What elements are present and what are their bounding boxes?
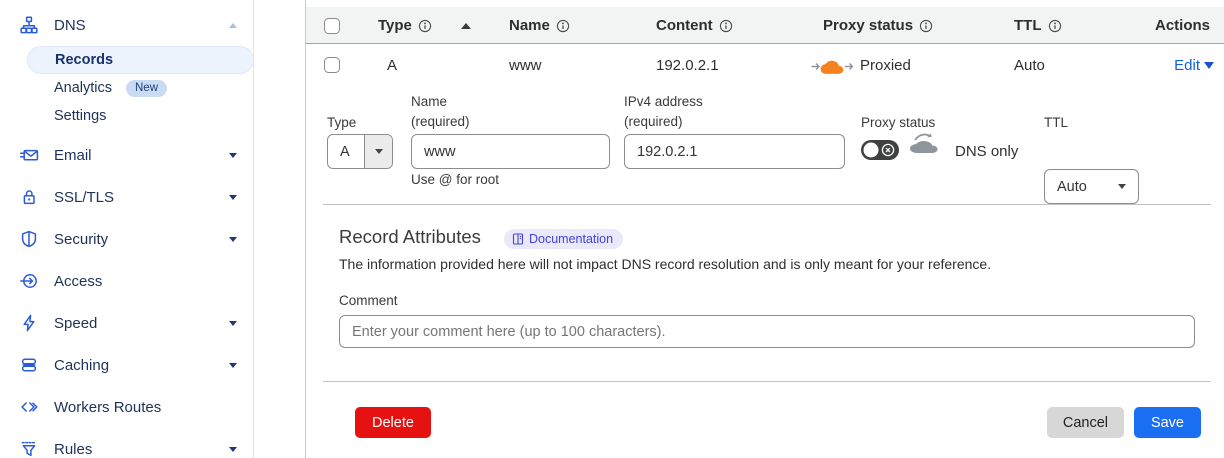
dns-only-cloud-icon (907, 132, 941, 161)
proxy-toggle[interactable] (861, 140, 899, 165)
funnel-icon (18, 440, 40, 458)
documentation-link[interactable]: Documentation (504, 229, 623, 249)
column-header-actions: Actions (1155, 7, 1210, 44)
info-icon[interactable] (556, 19, 570, 33)
proxy-status-label: Proxy status (861, 113, 935, 133)
sidebar-item-records[interactable]: Records (27, 46, 254, 74)
proxied-cloud-icon (811, 57, 853, 74)
sidebar-item-label: DNS (54, 17, 86, 34)
select-all-checkbox-cell (324, 7, 340, 44)
ipv4-field-wrap (624, 134, 845, 169)
chevron-down-icon[interactable] (229, 153, 237, 158)
chevron-down-icon (1204, 62, 1214, 69)
chevron-down-icon (1118, 184, 1126, 189)
info-icon[interactable] (1048, 19, 1062, 33)
chevron-down-icon[interactable] (229, 237, 237, 242)
table-row: A www 192.0.2.1 Proxied Auto Edit (306, 44, 1224, 86)
shield-icon (18, 230, 40, 248)
arrow-into-circle-icon (18, 272, 40, 290)
sidebar-item-speed[interactable]: Speed (0, 311, 253, 335)
divider (323, 204, 1211, 205)
sidebar-item-label: Workers Routes (54, 399, 161, 416)
sidebar-item-ssl-tls[interactable]: SSL/TLS (0, 185, 253, 209)
dns-records-page: DNS Records Analytics New Settings Email (0, 0, 1224, 458)
document-icon (512, 233, 524, 245)
sidebar-item-dns[interactable]: DNS (0, 13, 253, 37)
row-checkbox-cell (324, 44, 340, 86)
envelope-icon (18, 146, 40, 164)
dns-records-panel: Type Name Content (305, 0, 1224, 458)
column-header-ttl[interactable]: TTL (1014, 7, 1062, 44)
edit-button[interactable]: Edit (1174, 44, 1214, 86)
sidebar-item-label: Settings (54, 108, 106, 124)
delete-button[interactable]: Delete (355, 407, 431, 438)
row-ttl: Auto (1014, 44, 1045, 86)
chevron-down-icon[interactable] (229, 321, 237, 326)
sitemap-icon (18, 16, 40, 34)
sidebar-item-workers-routes[interactable]: Workers Routes (0, 395, 253, 419)
record-attributes-title: Record Attributes (339, 226, 481, 248)
chevron-down-icon[interactable] (229, 447, 237, 452)
cancel-button[interactable]: Cancel (1047, 407, 1124, 438)
row-type: A (387, 44, 397, 86)
row-content: 192.0.2.1 (656, 44, 719, 86)
sidebar-item-label: Caching (54, 357, 109, 374)
chevron-down-icon (364, 135, 392, 168)
chevron-down-icon[interactable] (229, 363, 237, 368)
padlock-icon (18, 188, 40, 206)
type-select[interactable]: A (327, 134, 393, 169)
sort-ascending-icon[interactable] (461, 7, 471, 44)
info-icon[interactable] (719, 19, 733, 33)
save-button[interactable]: Save (1134, 407, 1201, 438)
sidebar-item-label: Records (55, 52, 113, 68)
sidebar-item-label: Security (54, 231, 108, 248)
sidebar-item-label: Access (54, 273, 102, 290)
comment-field-wrap (339, 315, 1195, 348)
info-icon[interactable] (919, 19, 933, 33)
sidebar-item-security[interactable]: Security (0, 227, 253, 251)
proxy-state-text: DNS only (955, 134, 1018, 169)
ipv4-label: IPv4 address (required) (624, 92, 703, 132)
sidebar: DNS Records Analytics New Settings Email (0, 0, 254, 458)
column-header-name[interactable]: Name (509, 7, 570, 44)
row-checkbox[interactable] (324, 57, 340, 73)
name-label: Name (required) (411, 92, 470, 132)
type-label: Type (327, 113, 356, 133)
sidebar-item-rules[interactable]: Rules (0, 437, 253, 458)
sidebar-item-access[interactable]: Access (0, 269, 253, 293)
chevron-down-icon[interactable] (229, 195, 237, 200)
name-input[interactable] (411, 134, 610, 169)
row-proxy-status: Proxied (811, 44, 911, 86)
lightning-bolt-icon (18, 314, 40, 332)
sidebar-item-label: Rules (54, 441, 92, 458)
stacked-cache-icon (18, 356, 40, 374)
sidebar-item-label: Speed (54, 315, 97, 332)
info-icon[interactable] (418, 19, 432, 33)
sidebar-item-analytics[interactable]: Analytics New (0, 76, 253, 100)
chevron-up-icon[interactable] (229, 23, 237, 28)
ipv4-input[interactable] (624, 134, 845, 169)
divider (323, 381, 1211, 382)
column-header-type[interactable]: Type (378, 7, 432, 44)
code-chevrons-icon (18, 398, 40, 416)
select-all-checkbox[interactable] (324, 18, 340, 34)
name-help-text: Use @ for root (411, 172, 499, 187)
name-field-wrap (411, 134, 610, 169)
comment-input[interactable] (339, 315, 1195, 348)
sidebar-item-label: Email (54, 147, 92, 164)
row-name: www (509, 44, 542, 86)
column-header-content[interactable]: Content (656, 7, 733, 44)
sidebar-item-settings[interactable]: Settings (0, 104, 253, 128)
comment-label: Comment (339, 293, 398, 308)
sidebar-item-label: Analytics (54, 80, 112, 96)
new-badge: New (126, 80, 167, 97)
sidebar-item-caching[interactable]: Caching (0, 353, 253, 377)
sidebar-item-label: SSL/TLS (54, 189, 114, 206)
ttl-label: TTL (1044, 113, 1068, 133)
table-header-row: Type Name Content (306, 7, 1224, 44)
record-attributes-description: The information provided here will not i… (339, 256, 991, 272)
ttl-select[interactable]: Auto (1044, 169, 1139, 204)
sidebar-item-email[interactable]: Email (0, 143, 253, 167)
column-header-proxy-status[interactable]: Proxy status (823, 7, 933, 44)
